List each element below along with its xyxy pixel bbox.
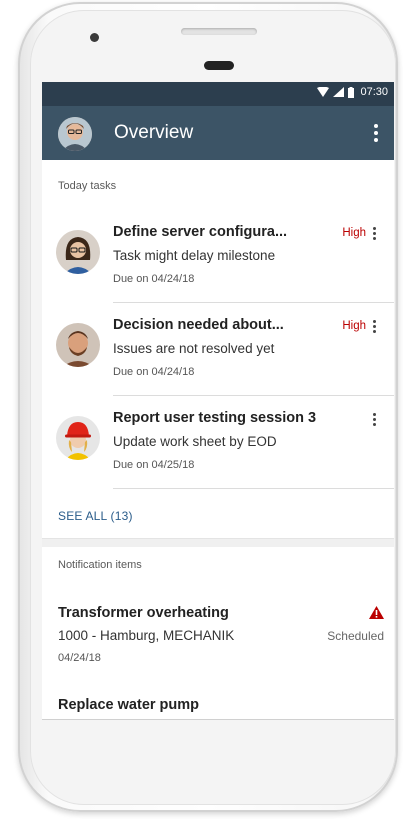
front-camera — [90, 33, 99, 42]
task-subtitle: Task might delay milestone — [113, 248, 276, 263]
task-avatar — [56, 230, 100, 274]
warning-icon — [369, 606, 384, 619]
section-divider — [42, 538, 394, 547]
task-title: Define server configura... — [113, 224, 288, 240]
task-avatar — [56, 416, 100, 460]
task-item[interactable]: Report user testing session 3 Update wor… — [42, 396, 394, 488]
see-all-link[interactable]: SEE ALL (13) — [58, 509, 133, 523]
task-due-date: Due on 04/25/18 — [113, 459, 195, 471]
proximity-sensor — [204, 61, 234, 70]
wifi-icon — [317, 87, 330, 97]
cell-signal-icon — [333, 87, 345, 97]
task-more-icon[interactable] — [368, 408, 380, 430]
task-due-date: Due on 04/24/18 — [113, 273, 195, 285]
page-title: Overview — [114, 122, 194, 143]
task-more-icon[interactable] — [368, 315, 380, 337]
status-bar: 07:30 — [42, 82, 394, 106]
app-bar: Overview — [42, 106, 394, 160]
task-subtitle: Issues are not resolved yet — [113, 341, 275, 356]
task-title: Decision needed about... — [113, 317, 284, 333]
notification-items-label: Notification items — [58, 559, 142, 571]
divider — [113, 488, 394, 489]
task-due-date: Due on 04/24/18 — [113, 366, 195, 378]
task-avatar — [56, 323, 100, 367]
task-subtitle: Update work sheet by EOD — [113, 434, 277, 449]
task-item[interactable]: Decision needed about... High Issues are… — [42, 303, 394, 395]
task-item[interactable]: Define server configura... High Task mig… — [42, 210, 394, 302]
earpiece-speaker — [181, 28, 257, 35]
notification-title: Transformer overheating — [58, 605, 229, 621]
notification-status: Scheduled — [327, 629, 384, 643]
overflow-menu-icon[interactable] — [366, 119, 386, 147]
today-tasks-label: Today tasks — [58, 180, 117, 192]
screen: 07:30 Overview Today tasks Define server… — [42, 82, 394, 719]
notification-title: Replace water pump — [58, 697, 200, 713]
user-avatar[interactable] — [58, 117, 92, 151]
priority-badge: High — [342, 227, 366, 239]
battery-icon — [348, 86, 355, 98]
task-title: Report user testing session 3 — [113, 410, 317, 426]
status-time: 07:30 — [360, 86, 388, 98]
screen-bottom-edge — [42, 719, 394, 720]
notification-subtitle: 1000 - Hamburg, MECHANIK — [58, 628, 235, 643]
priority-badge: High — [342, 320, 366, 332]
task-more-icon[interactable] — [368, 222, 380, 244]
notification-date: 04/24/18 — [58, 652, 101, 664]
